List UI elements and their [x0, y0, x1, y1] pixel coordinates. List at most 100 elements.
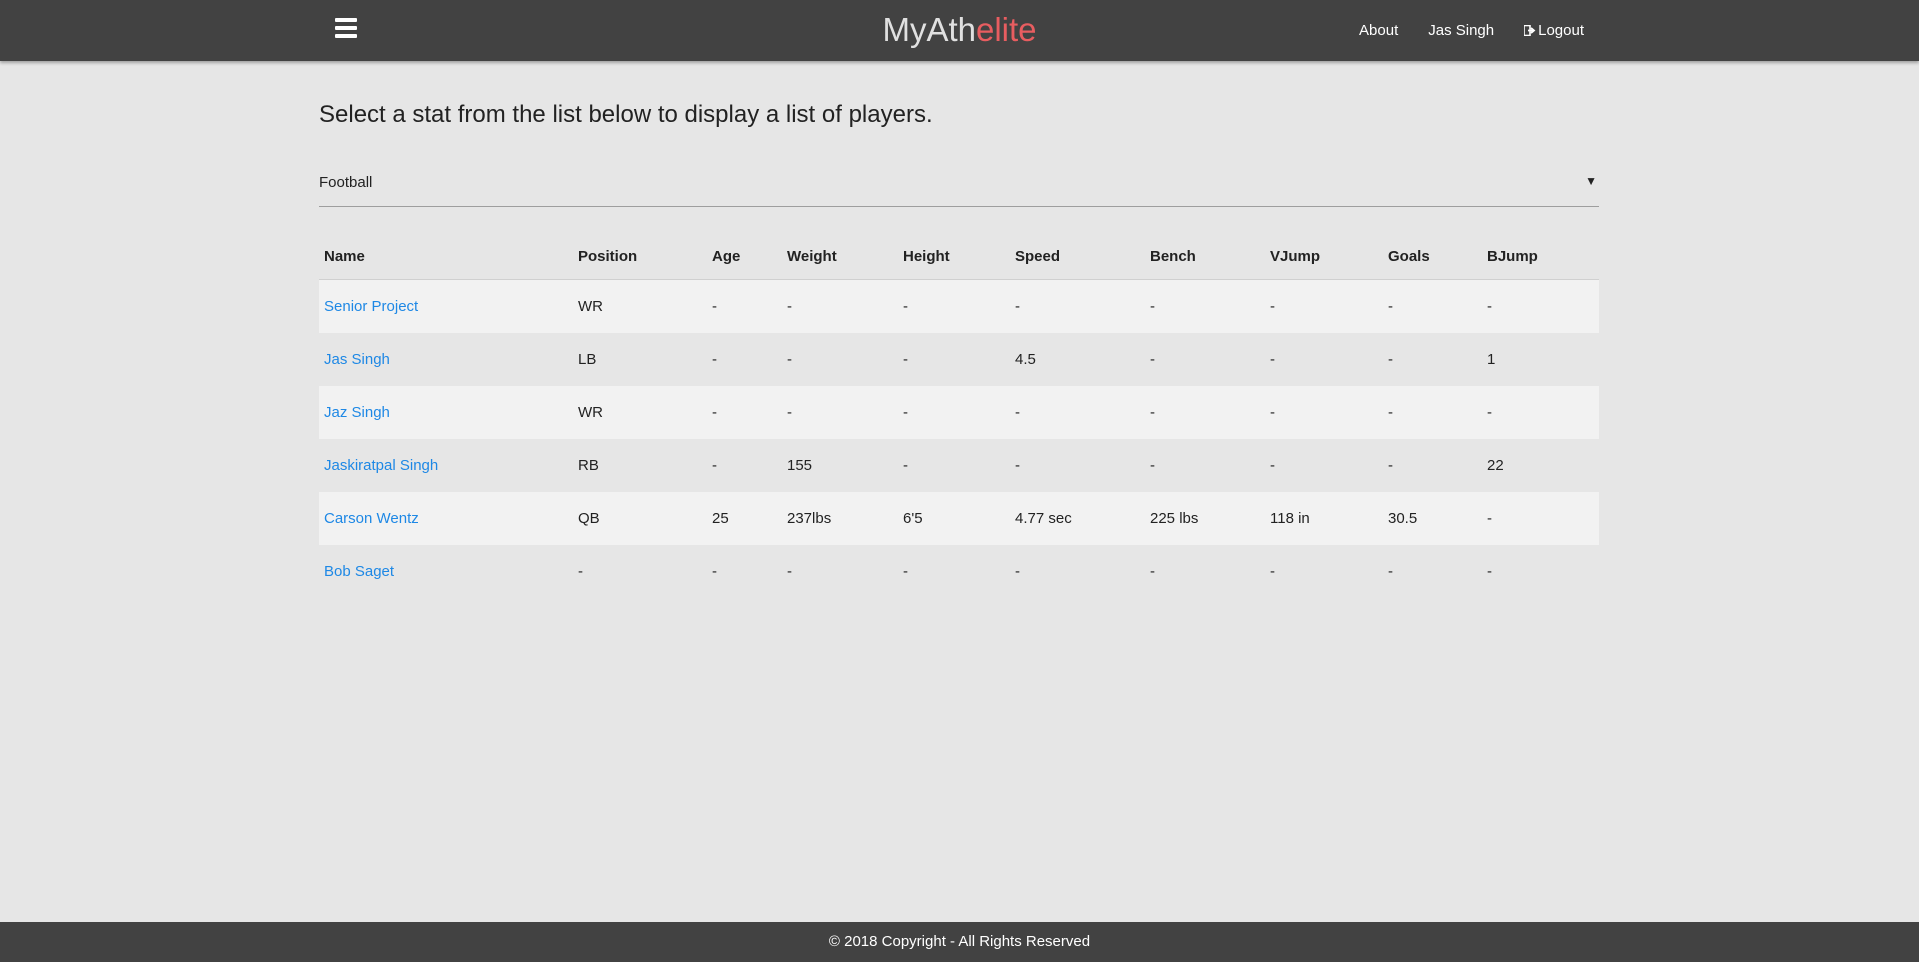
table-cell: - — [1388, 457, 1393, 474]
nav-link-logout[interactable]: Logout — [1524, 22, 1584, 39]
table-cell: 6'5 — [903, 510, 923, 527]
table-cell: - — [712, 298, 717, 315]
column-header-position: Position — [573, 233, 707, 280]
table-cell: - — [1388, 563, 1393, 580]
table-cell: - — [903, 404, 908, 421]
brand-text-accent: elite — [975, 11, 1037, 48]
table-cell: - — [903, 298, 908, 315]
table-cell: LB — [578, 351, 597, 368]
sport-select[interactable]: Football ▼ — [319, 164, 1599, 207]
table-row: Bob Saget - - - - - - - - - — [319, 545, 1599, 598]
logout-label: Logout — [1538, 22, 1584, 39]
column-header-name: Name — [319, 233, 573, 280]
table-cell: - — [1150, 351, 1155, 368]
player-link[interactable]: Jaskiratpal Singh — [324, 457, 438, 474]
table-row: Jaskiratpal Singh RB - 155 - - - - - 22 — [319, 439, 1599, 492]
table-cell: 4.5 — [1015, 351, 1036, 368]
player-name-cell: Jaskiratpal Singh — [319, 439, 573, 492]
table-cell: 25 — [712, 510, 729, 527]
table-cell: - — [712, 457, 717, 474]
player-link[interactable]: Bob Saget — [324, 563, 394, 580]
table-cell: - — [1487, 404, 1492, 421]
table-cell: - — [1150, 404, 1155, 421]
table-row: Jaz Singh WR - - - - - - - - — [319, 386, 1599, 439]
table-cell: - — [903, 457, 908, 474]
table-cell: - — [712, 404, 717, 421]
player-link[interactable]: Jas Singh — [324, 351, 390, 368]
table-cell: 22 — [1487, 457, 1504, 474]
nav-link-about[interactable]: About — [1359, 22, 1398, 39]
player-name-cell: Jas Singh — [319, 333, 573, 386]
column-header-bjump: BJump — [1482, 233, 1599, 280]
table-cell: - — [1388, 351, 1393, 368]
table-cell: - — [1388, 404, 1393, 421]
table-cell: - — [903, 351, 908, 368]
column-header-goals: Goals — [1383, 233, 1482, 280]
table-cell: 1 — [1487, 351, 1496, 368]
table-cell: - — [1150, 298, 1155, 315]
table-cell: - — [578, 563, 583, 580]
player-link[interactable]: Jaz Singh — [324, 404, 390, 421]
table-cell: - — [712, 563, 717, 580]
hamburger-menu-icon[interactable] — [335, 18, 359, 43]
table-cell: - — [712, 351, 717, 368]
player-link[interactable]: Senior Project — [324, 298, 418, 315]
table-cell: 225 lbs — [1150, 510, 1199, 527]
table-cell: WR — [578, 298, 603, 315]
brand-link[interactable]: MyAthelite — [882, 11, 1036, 48]
table-cell: - — [787, 563, 792, 580]
column-header-bench: Bench — [1145, 233, 1265, 280]
players-table: Name Position Age Weight Height Speed Be… — [319, 233, 1599, 598]
copyright-text: © 2018 Copyright - All Rights Reserved — [828, 933, 1091, 950]
table-cell: 155 — [787, 457, 813, 474]
table-cell: - — [1270, 404, 1275, 421]
table-cell: - — [1487, 298, 1492, 315]
column-header-speed: Speed — [1010, 233, 1145, 280]
table-cell: WR — [578, 404, 603, 421]
player-name-cell: Carson Wentz — [319, 492, 573, 545]
table-row: Senior Project WR - - - - - - - - — [319, 279, 1599, 334]
table-cell: - — [787, 298, 792, 315]
top-navbar: MyAthelite About Jas Singh Logout — [0, 0, 1919, 61]
table-cell: - — [1270, 457, 1275, 474]
table-cell: - — [787, 351, 792, 368]
nav-link-user[interactable]: Jas Singh — [1428, 22, 1494, 39]
brand-logo: MyAthelite — [0, 8, 1919, 52]
table-cell: 30.5 — [1388, 510, 1418, 527]
table-cell: - — [1270, 298, 1275, 315]
table-row: Jas Singh LB - - - 4.5 - - - 1 — [319, 333, 1599, 386]
table-cell: 118 in — [1270, 510, 1310, 527]
column-header-vjump: VJump — [1265, 233, 1383, 280]
table-cell: - — [1150, 457, 1155, 474]
table-cell: 4.77 sec — [1015, 510, 1072, 527]
table-cell: - — [1150, 563, 1155, 580]
player-name-cell: Bob Saget — [319, 545, 573, 598]
table-cell: - — [1015, 563, 1020, 580]
player-name-cell: Senior Project — [319, 280, 573, 334]
column-header-age: Age — [707, 233, 782, 280]
table-cell: - — [1015, 457, 1020, 474]
table-cell: - — [1015, 404, 1020, 421]
table-cell: - — [1015, 298, 1020, 315]
table-cell: QB — [578, 510, 600, 527]
table-cell: - — [903, 563, 908, 580]
nav-links: About Jas Singh Logout — [1329, 0, 1584, 61]
table-cell: - — [1270, 351, 1275, 368]
player-name-cell: Jaz Singh — [319, 386, 573, 439]
table-header-row: Name Position Age Weight Height Speed Be… — [319, 233, 1599, 280]
table-cell: - — [787, 404, 792, 421]
caret-down-icon: ▼ — [1585, 174, 1597, 188]
table-cell: 237lbs — [787, 510, 832, 527]
column-header-height: Height — [898, 233, 1010, 280]
column-header-weight: Weight — [782, 233, 898, 280]
table-cell: - — [1388, 298, 1393, 315]
sport-select-value: Football — [319, 174, 373, 191]
page-instruction: Select a stat from the list below to dis… — [319, 101, 933, 128]
player-link[interactable]: Carson Wentz — [324, 510, 419, 527]
logout-icon — [1524, 25, 1536, 36]
table-cell: RB — [578, 457, 599, 474]
footer: © 2018 Copyright - All Rights Reserved — [0, 922, 1919, 962]
table-row: Carson Wentz QB 25 237lbs 6'5 4.77 sec 2… — [319, 492, 1599, 545]
table-cell: - — [1487, 510, 1492, 527]
table-cell: - — [1270, 563, 1275, 580]
